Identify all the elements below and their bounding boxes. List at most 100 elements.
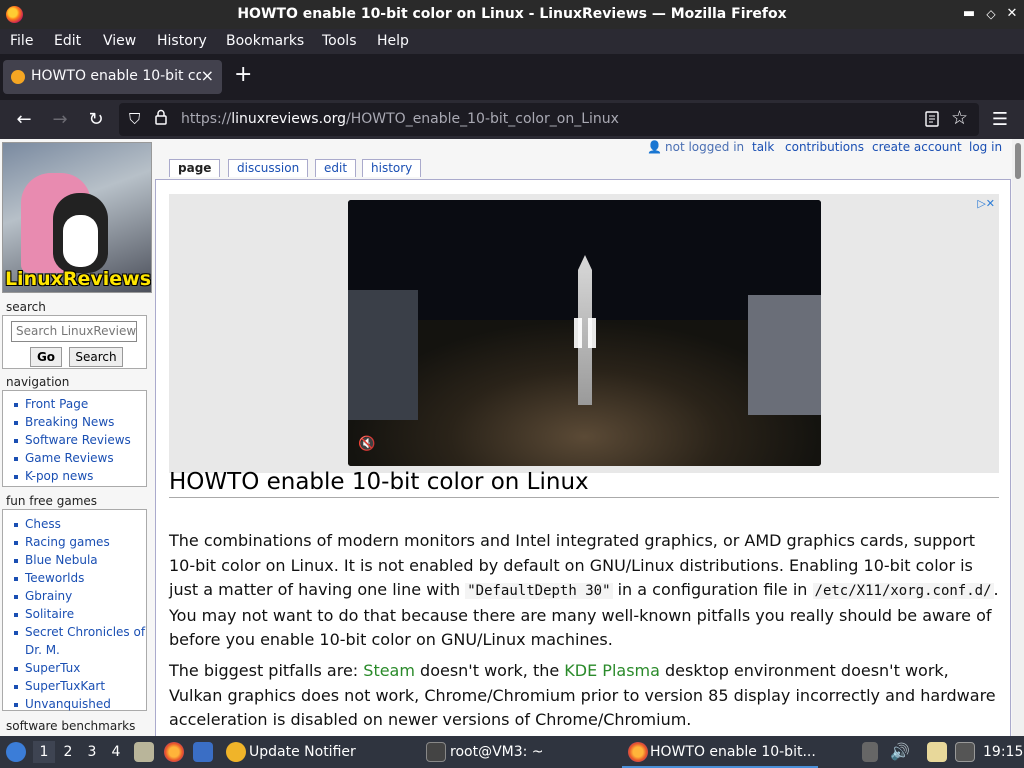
p2-text-a: The biggest pitfalls are: [169, 661, 364, 680]
tab-history[interactable]: history [362, 159, 422, 177]
maximize-button[interactable]: ◇ [982, 5, 1000, 23]
search-button[interactable]: Search [69, 347, 123, 367]
logo-penguin-belly [63, 215, 98, 267]
site-logo[interactable]: LinuxReviews [2, 142, 152, 293]
workspace-3[interactable]: 3 [81, 741, 103, 763]
kde-plasma-link[interactable]: KDE Plasma [564, 661, 660, 680]
benchmarks-heading: software benchmarks [6, 719, 136, 733]
page-scrollbar[interactable] [1012, 139, 1024, 736]
lock-icon[interactable] [155, 109, 167, 125]
workspace-1[interactable]: 1 [33, 741, 55, 763]
p1-code-defaultdepth: "DefaultDepth 30" [465, 583, 613, 599]
window-title: HOWTO enable 10-bit color on Linux - Lin… [237, 6, 787, 22]
reload-icon[interactable]: ↻ [84, 108, 108, 132]
firefox-task-icon [628, 742, 648, 762]
forward-arrow-icon[interactable]: → [48, 108, 72, 132]
game-solitaire[interactable]: Solitaire [11, 605, 146, 623]
nav-software-reviews[interactable]: Software Reviews [11, 431, 146, 449]
back-arrow-icon[interactable]: ← [12, 108, 36, 132]
bookmark-star-icon[interactable]: ☆ [951, 107, 968, 129]
workspace-2[interactable]: 2 [57, 741, 79, 763]
menu-tools[interactable]: Tools [322, 33, 357, 49]
tab-close-icon[interactable]: × [201, 66, 214, 85]
video-building [748, 295, 821, 415]
task-update-notifier[interactable]: Update Notifier [249, 744, 356, 760]
game-supertuxkart[interactable]: SuperTuxKart [11, 677, 146, 695]
url-bar[interactable]: ⛉ https://linuxreviews.org/HOWTO_enable_… [119, 103, 979, 136]
clipboard-icon[interactable] [927, 742, 947, 762]
p1-text-b: in a configuration file in [612, 580, 813, 599]
tray-separator-icon [862, 742, 878, 762]
menu-bookmarks[interactable]: Bookmarks [226, 33, 304, 49]
mute-icon[interactable]: 🔇 [358, 436, 375, 452]
video-building [348, 290, 418, 420]
clock[interactable]: 19:15 [983, 744, 1023, 760]
ad-video-player[interactable]: 🔇 [348, 200, 821, 466]
nav-game-reviews[interactable]: Game Reviews [11, 449, 146, 467]
scrollbar-thumb[interactable] [1015, 143, 1021, 179]
menu-bar: File Edit View History Bookmarks Tools H… [0, 29, 1024, 54]
tab-edit[interactable]: edit [315, 159, 357, 177]
game-unvanquished[interactable]: Unvanquished [11, 695, 146, 713]
user-icon: 👤 [647, 140, 662, 154]
close-window-button[interactable]: ✕ [1003, 5, 1021, 23]
contributions-link[interactable]: contributions [785, 140, 864, 154]
article-paragraph-1: The combinations of modern monitors and … [169, 529, 999, 653]
game-blue-nebula[interactable]: Blue Nebula [11, 551, 146, 569]
file-manager-icon[interactable] [134, 742, 154, 762]
tab-strip: HOWTO enable 10-bit color on Linux - Lin… [0, 54, 1024, 100]
nav-breaking-news[interactable]: Breaking News [11, 413, 146, 431]
log-in-link[interactable]: log in [969, 140, 1002, 154]
ad-choices-icon[interactable]: ▷✕ [977, 197, 995, 210]
nav-front-page[interactable]: Front Page [11, 395, 146, 413]
game-racing[interactable]: Racing games [11, 533, 146, 551]
minimize-button[interactable]: ▬ [960, 5, 978, 23]
video-ad: 🔇 ▷✕ [169, 194, 999, 473]
task-firefox[interactable]: HOWTO enable 10-bit... [650, 744, 816, 760]
nav-kpop-news[interactable]: K-pop news [11, 467, 146, 485]
workspace-4[interactable]: 4 [105, 741, 127, 763]
navigation-bar: ← → ↻ ⛉ https://linuxreviews.org/HOWTO_e… [0, 100, 1024, 139]
game-gbrainy[interactable]: Gbrainy [11, 587, 146, 605]
not-logged-in-link[interactable]: not logged in [665, 140, 744, 154]
game-supertux[interactable]: SuperTux [11, 659, 146, 677]
create-account-link[interactable]: create account [872, 140, 962, 154]
terminal-task-icon [426, 742, 446, 762]
steam-link[interactable]: Steam [363, 661, 415, 680]
game-chess[interactable]: Chess [11, 515, 146, 533]
volume-icon[interactable]: 🔊 [890, 742, 910, 761]
search-input[interactable]: Search LinuxReviews [11, 321, 137, 342]
terminal-launcher-icon[interactable] [193, 742, 213, 762]
app-menu-icon[interactable]: ☰ [988, 108, 1012, 132]
task-terminal[interactable]: root@VM3: ~ [450, 744, 544, 760]
article-content: 🔇 ▷✕ HOWTO enable 10-bit color on Linux … [155, 179, 1011, 736]
menu-help[interactable]: Help [377, 33, 409, 49]
firefox-launcher-icon[interactable] [164, 742, 184, 762]
tab-discussion[interactable]: discussion [228, 159, 309, 177]
tab-page[interactable]: page [169, 159, 221, 177]
site-favicon-icon [11, 70, 25, 84]
games-portlet: Chess Racing games Blue Nebula Teeworlds… [2, 509, 147, 711]
p1-code-path: /etc/X11/xorg.conf.d/ [812, 583, 994, 599]
logo-text: LinuxReviews [4, 268, 152, 290]
new-tab-button[interactable]: + [234, 62, 252, 87]
talk-link[interactable]: talk [752, 140, 774, 154]
pause-icon[interactable] [574, 318, 596, 348]
menu-edit[interactable]: Edit [54, 33, 81, 49]
update-notifier-icon [226, 742, 246, 762]
navigation-portlet: Front Page Breaking News Software Review… [2, 390, 147, 487]
menu-history[interactable]: History [157, 33, 207, 49]
navigation-heading: navigation [6, 375, 70, 389]
network-icon[interactable] [955, 742, 975, 762]
browser-tab[interactable]: HOWTO enable 10-bit color on Linux - Lin… [3, 60, 222, 94]
game-teeworlds[interactable]: Teeworlds [11, 569, 146, 587]
article-paragraph-2: The biggest pitfalls are: Steam doesn't … [169, 659, 999, 733]
go-button[interactable]: Go [30, 347, 62, 367]
menu-view[interactable]: View [103, 33, 136, 49]
reader-view-icon[interactable] [925, 111, 939, 127]
game-secret-chronicles[interactable]: Secret Chronicles of Dr. M. [11, 623, 146, 659]
url-prefix: https:// [181, 111, 232, 127]
tracking-shield-icon[interactable]: ⛉ [129, 110, 140, 128]
menu-file[interactable]: File [10, 33, 33, 49]
start-menu-icon[interactable] [6, 742, 26, 762]
